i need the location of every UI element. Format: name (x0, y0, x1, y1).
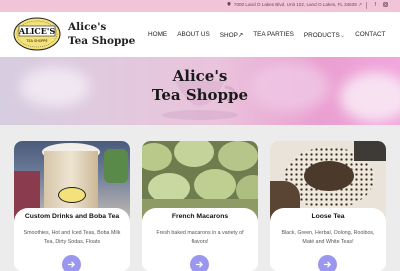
svg-text:TEA SHOPPE: TEA SHOPPE (25, 39, 47, 43)
arrow-right-icon (67, 261, 76, 268)
brand-name[interactable]: Alice's Tea Shoppe (68, 20, 135, 48)
external-link-icon: ↗ (358, 2, 362, 7)
card-french-macarons[interactable]: French Macarons Fresh baked macarons in … (142, 141, 258, 271)
arrow-right-icon (323, 261, 332, 268)
location-pin-icon (227, 2, 231, 6)
card-title: Custom Drinks and Boba Tea (14, 208, 130, 230)
facebook-icon[interactable]: f (375, 2, 376, 8)
hero-title: Alice's Tea Shoppe (151, 67, 249, 104)
nav-tea-parties[interactable]: TEA PARTIES (253, 31, 294, 39)
divider (366, 2, 367, 9)
card-title: French Macarons (142, 208, 258, 230)
services-section: Custom Drinks and Boba Tea Smoothies, Ho… (0, 125, 400, 271)
svg-text:ALICE'S: ALICE'S (18, 26, 55, 36)
card-description: Black, Green, Herbal, Oolong, Rooibos, M… (281, 230, 375, 245)
address-link[interactable]: 7000 Land O Lakes Blvd. Unit 102, Land O… (227, 2, 362, 8)
alices-logo[interactable]: ALICE'S TEA SHOPPE (13, 17, 61, 51)
arrow-right-button[interactable] (62, 255, 81, 271)
arrow-right-button[interactable] (190, 255, 209, 271)
card-description: Fresh baked macarons in a variety of fla… (156, 230, 244, 245)
site-header: ALICE'S TEA SHOPPE Alice's Tea Shoppe HO… (0, 12, 400, 57)
nav-products[interactable]: PRODUCTS ⌄ (304, 31, 345, 39)
instagram-icon[interactable] (383, 2, 388, 9)
arrow-right-button[interactable] (318, 255, 337, 271)
nav-home[interactable]: HOME (148, 31, 167, 39)
address-text: 7000 Land O Lakes Blvd. Unit 102, Land O… (233, 2, 357, 7)
nav-about-us[interactable]: ABOUT US (177, 31, 210, 39)
card-loose-tea[interactable]: Loose Tea Black, Green, Herbal, Oolong, … (270, 141, 386, 271)
card-custom-drinks[interactable]: Custom Drinks and Boba Tea Smoothies, Ho… (14, 141, 130, 271)
chevron-down-icon: ⌄ (339, 32, 346, 39)
card-title: Loose Tea (270, 208, 386, 230)
card-description: Smoothies, Hot and Iced Teas, Boba Milk … (23, 230, 121, 245)
main-nav: HOME ABOUT US SHOP ↗ TEA PARTIES PRODUCT… (148, 31, 386, 39)
top-bar: 7000 Land O Lakes Blvd. Unit 102, Land O… (0, 0, 400, 12)
nav-shop[interactable]: SHOP ↗ (220, 31, 243, 39)
hero-banner: Alice's Tea Shoppe (0, 57, 400, 125)
nav-contact[interactable]: CONTACT (355, 31, 385, 39)
arrow-right-icon (195, 261, 204, 268)
external-link-icon: ↗ (237, 32, 244, 39)
